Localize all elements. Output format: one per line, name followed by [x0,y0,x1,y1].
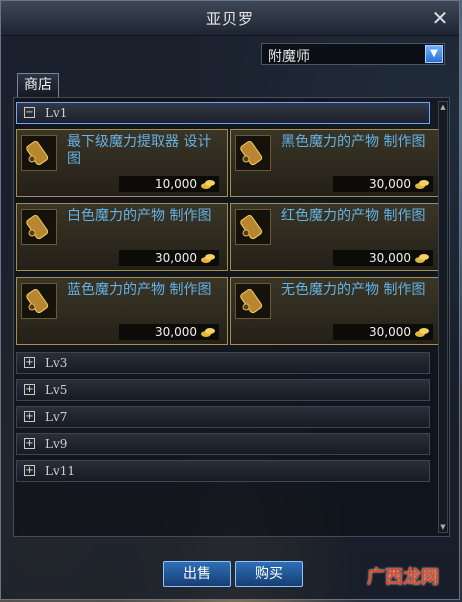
dropdown-value: 附魔师 [268,49,310,65]
title-bar[interactable]: 亚贝罗 ✕ [1,1,459,36]
group-label: Lv1 [45,106,68,120]
item-price: 30,000 [369,251,411,265]
item-price: 30,000 [369,177,411,191]
group-label: Lv5 [45,383,68,397]
item-name: 无色魔力的产物 制作图 [281,282,426,298]
expand-icon[interactable]: + [24,411,35,422]
scroll-up-icon[interactable]: ▲ [439,102,447,112]
item-name: 蓝色魔力的产物 制作图 [67,282,212,298]
watermark: 广西龙网 [367,567,439,588]
shop-window: 亚贝罗 ✕ 附魔师 ▼ 商店 − Lv1 最下级魔力提取器 设计图 10,000… [0,0,460,600]
shop-item[interactable]: 蓝色魔力的产物 制作图 30,000 [16,277,228,345]
collapse-icon[interactable]: − [24,107,35,118]
item-name: 最下级魔力提取器 设计图 [67,134,212,167]
close-icon[interactable]: ✕ [429,7,451,29]
gold-coin-icon [201,254,215,263]
scroll-blueprint-icon [21,135,57,171]
item-name: 红色魔力的产物 制作图 [281,208,426,224]
price-box: 30,000 [333,250,433,266]
expand-icon[interactable]: + [24,357,35,368]
shop-item[interactable]: 无色魔力的产物 制作图 30,000 [230,277,442,345]
expand-icon[interactable]: + [24,384,35,395]
gold-coin-icon [415,328,429,337]
scroll-blueprint-icon [235,283,271,319]
expand-icon[interactable]: + [24,465,35,476]
group-label: Lv7 [45,410,68,424]
gold-coin-icon [415,180,429,189]
price-box: 30,000 [119,324,219,340]
price-box: 30,000 [333,324,433,340]
group-lv5[interactable]: + Lv5 [16,379,430,401]
price-box: 10,000 [119,176,219,192]
scroll-blueprint-icon [235,209,271,245]
gold-coin-icon [201,328,215,337]
group-label: Lv3 [45,356,68,370]
item-price: 30,000 [155,251,197,265]
scroll-blueprint-icon [21,283,57,319]
item-price: 10,000 [155,177,197,191]
group-lv7[interactable]: + Lv7 [16,406,430,428]
item-name: 白色魔力的产物 制作图 [67,208,212,224]
shop-item[interactable]: 白色魔力的产物 制作图 30,000 [16,203,228,271]
scroll-down-icon[interactable]: ▼ [439,522,447,532]
shop-item[interactable]: 红色魔力的产物 制作图 30,000 [230,203,442,271]
group-lv1[interactable]: − Lv1 [16,102,430,124]
npc-dropdown[interactable]: 附魔师 ▼ [261,43,445,65]
expand-icon[interactable]: + [24,438,35,449]
buy-button[interactable]: 购买 [235,561,303,587]
group-lv11[interactable]: + Lv11 [16,460,430,482]
group-label: Lv11 [45,464,76,478]
item-name: 黑色魔力的产物 制作图 [281,134,426,150]
group-label: Lv9 [45,437,68,451]
group-lv3[interactable]: + Lv3 [16,352,430,374]
item-price: 30,000 [155,325,197,339]
chevron-down-icon[interactable]: ▼ [425,45,443,63]
scroll-blueprint-icon [235,135,271,171]
window-title: 亚贝罗 [205,10,254,28]
tab-shop[interactable]: 商店 [17,73,59,97]
scroll-blueprint-icon [21,209,57,245]
group-lv9[interactable]: + Lv9 [16,433,430,455]
price-box: 30,000 [333,176,433,192]
scrollbar[interactable]: ▲ ▼ [438,101,448,533]
shop-item[interactable]: 最下级魔力提取器 设计图 10,000 [16,129,228,197]
price-box: 30,000 [119,250,219,266]
sell-button[interactable]: 出售 [163,561,231,587]
item-price: 30,000 [369,325,411,339]
shop-item[interactable]: 黑色魔力的产物 制作图 30,000 [230,129,442,197]
gold-coin-icon [201,180,215,189]
gold-coin-icon [415,254,429,263]
